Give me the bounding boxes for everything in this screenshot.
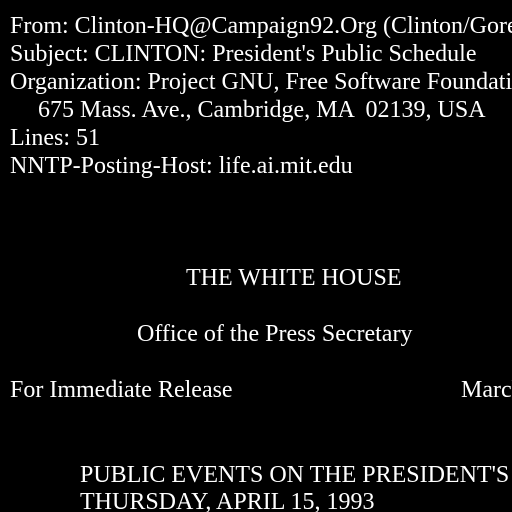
organization-address: 675 Mass. Ave., Cambridge, MA 02139, USA	[38, 97, 486, 123]
document-viewport: From: Clinton-HQ@Campaign92.Org (Clinton…	[0, 0, 512, 512]
subject-header: Subject: CLINTON: President's Public Sch…	[10, 41, 477, 67]
events-date: THURSDAY, APRIL 15, 1993	[80, 489, 375, 512]
nntp-posting-host-header: NNTP-Posting-Host: life.ai.mit.edu	[10, 153, 353, 179]
release-label: For Immediate Release	[10, 377, 233, 403]
lines-header: Lines: 51	[10, 125, 100, 151]
institution-heading: THE WHITE HOUSE	[186, 265, 402, 291]
release-date: March	[461, 377, 512, 403]
events-title: PUBLIC EVENTS ON THE PRESIDENT'S SCHEDUL…	[80, 462, 510, 488]
press-office-heading: Office of the Press Secretary	[137, 321, 413, 347]
from-header: From: Clinton-HQ@Campaign92.Org (Clinton…	[10, 13, 512, 39]
organization-header: Organization: Project GNU, Free Software…	[10, 69, 512, 95]
